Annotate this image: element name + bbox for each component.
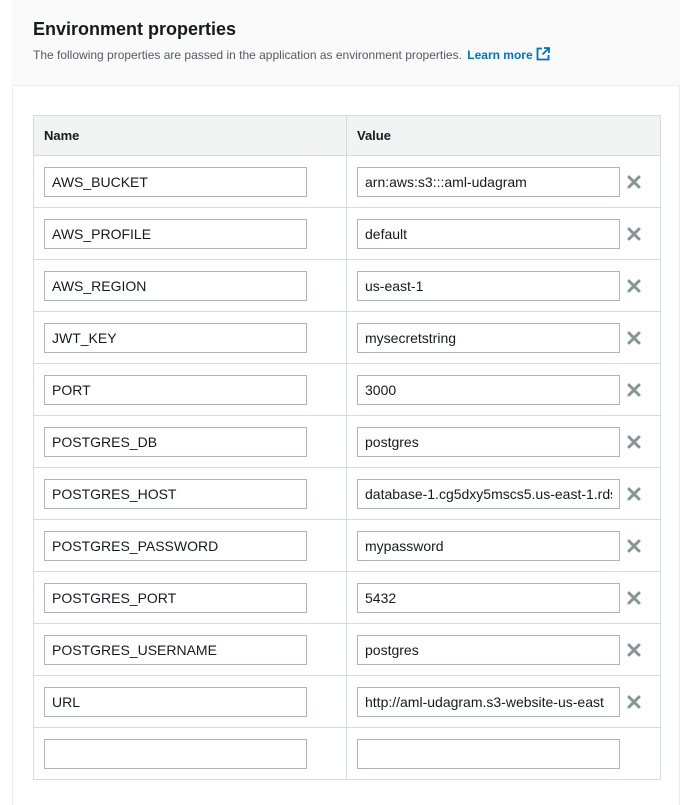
value-cell (346, 675, 661, 728)
value-cell (346, 259, 661, 312)
property-name-input[interactable] (44, 634, 307, 665)
value-cell (346, 623, 661, 676)
table-row (33, 727, 661, 780)
value-cell (346, 311, 661, 364)
close-icon[interactable] (626, 226, 642, 242)
property-value-input[interactable] (357, 738, 620, 769)
description-text: The following properties are passed in t… (33, 48, 462, 62)
table-row (33, 207, 661, 260)
name-cell (33, 571, 347, 624)
property-name-input[interactable] (44, 530, 307, 561)
property-name-input[interactable] (44, 738, 307, 769)
name-cell (33, 155, 347, 208)
table-row (33, 675, 661, 728)
name-cell (33, 519, 347, 572)
name-cell (33, 259, 347, 312)
property-value-input[interactable] (357, 634, 620, 665)
close-icon[interactable] (626, 590, 642, 606)
column-header-name: Name (33, 115, 347, 156)
close-icon[interactable] (626, 174, 642, 190)
property-value-input[interactable] (357, 530, 620, 561)
value-cell (346, 155, 661, 208)
table-row (33, 623, 661, 676)
environment-properties-table: Name Value (33, 115, 661, 780)
close-icon[interactable] (626, 382, 642, 398)
close-icon[interactable] (626, 330, 642, 346)
name-cell (33, 675, 347, 728)
name-cell (33, 415, 347, 468)
table-row (33, 311, 661, 364)
value-cell (346, 415, 661, 468)
table-row (33, 467, 661, 520)
learn-more-link[interactable]: Learn more (467, 47, 550, 62)
name-cell (33, 311, 347, 364)
property-name-input[interactable] (44, 166, 307, 197)
property-name-input[interactable] (44, 478, 307, 509)
close-icon[interactable] (626, 642, 642, 658)
column-header-value: Value (346, 115, 661, 156)
property-value-input[interactable] (357, 582, 620, 613)
property-name-input[interactable] (44, 218, 307, 249)
property-value-input[interactable] (357, 686, 620, 717)
value-cell (346, 467, 661, 520)
close-icon[interactable] (626, 538, 642, 554)
name-cell (33, 623, 347, 676)
property-name-input[interactable] (44, 426, 307, 457)
table-row (33, 363, 661, 416)
table-row (33, 259, 661, 312)
value-cell (346, 519, 661, 572)
table-row (33, 571, 661, 624)
value-cell (346, 207, 661, 260)
property-value-input[interactable] (357, 374, 620, 405)
table-row (33, 519, 661, 572)
property-name-input[interactable] (44, 322, 307, 353)
property-name-input[interactable] (44, 374, 307, 405)
name-cell (33, 363, 347, 416)
value-cell (346, 727, 661, 780)
property-name-input[interactable] (44, 582, 307, 613)
property-value-input[interactable] (357, 322, 620, 353)
learn-more-label: Learn more (467, 48, 533, 62)
value-cell (346, 571, 661, 624)
property-value-input[interactable] (357, 426, 620, 457)
table-row (33, 415, 661, 468)
close-icon[interactable] (626, 694, 642, 710)
name-cell (33, 207, 347, 260)
close-icon[interactable] (626, 434, 642, 450)
panel-header: Environment properties The following pro… (12, 0, 680, 86)
external-link-icon (536, 47, 550, 61)
description: The following properties are passed in t… (33, 47, 550, 62)
property-value-input[interactable] (357, 478, 620, 509)
property-name-input[interactable] (44, 270, 307, 301)
table-row (33, 155, 661, 208)
property-name-input[interactable] (44, 686, 307, 717)
page-title: Environment properties (33, 19, 237, 39)
property-value-input[interactable] (357, 166, 620, 197)
name-cell (33, 467, 347, 520)
property-value-input[interactable] (357, 218, 620, 249)
table-header-row: Name Value (33, 115, 661, 156)
value-cell (346, 363, 661, 416)
close-icon[interactable] (626, 278, 642, 294)
name-cell (33, 727, 347, 780)
close-icon[interactable] (626, 486, 642, 502)
property-value-input[interactable] (357, 270, 620, 301)
